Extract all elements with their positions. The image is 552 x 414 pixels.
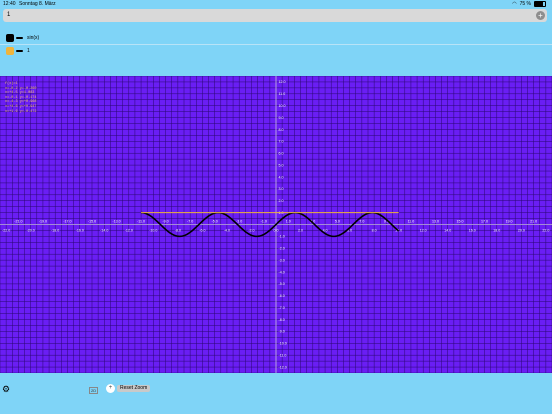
x-tick-label: 8.0 [372, 229, 377, 233]
line-style-icon [16, 37, 23, 39]
x-tick-label: -21.0 [14, 220, 22, 224]
x-tick-label: -12.0 [125, 229, 133, 233]
y-tick-label: -5.0 [279, 282, 285, 286]
x-tick-label: 19.0 [506, 220, 513, 224]
x-tick-label: 12.0 [420, 229, 427, 233]
y-tick-label: 4.0 [279, 175, 284, 179]
x-tick-label: -11.0 [137, 220, 145, 224]
function-input[interactable]: 1 + [3, 9, 547, 22]
function-label: 1 [27, 48, 30, 54]
y-tick-label: 9.0 [279, 116, 284, 120]
x-tick-label: -8.0 [175, 229, 181, 233]
x-tick-label: 20.0 [518, 229, 525, 233]
y-tick-label: 5.0 [279, 163, 284, 167]
y-tick-label: -9.0 [279, 330, 285, 334]
y-tick-label: 12.0 [279, 80, 286, 84]
x-tick-label: -18.0 [51, 229, 59, 233]
x-tick-label: -3.0 [236, 220, 242, 224]
color-swatch[interactable] [6, 34, 14, 42]
x-tick-label: 0.0 [274, 229, 279, 233]
x-tick-label: 15.0 [457, 220, 464, 224]
function-row-sin[interactable]: sin(x) [0, 32, 552, 45]
y-tick-label: -3.0 [279, 258, 285, 262]
function-input-value[interactable]: 1 [7, 9, 10, 22]
bottom-toolbar: ⚙ 2D + Reset Zoom [0, 373, 552, 414]
x-tick-label: -5.0 [212, 220, 218, 224]
y-tick-label: 7.0 [279, 140, 284, 144]
color-swatch[interactable] [6, 47, 14, 55]
x-tick-label: 7.0 [359, 220, 364, 224]
x-tick-label: -16.0 [76, 229, 84, 233]
status-date: Sonntag 8. März [19, 1, 56, 7]
coordinate-readout: f(x)=1 x=-0.2 y=-0.260 x=+4.5 y=1.083 x=… [5, 82, 37, 114]
x-tick-label: 1.0 [286, 220, 291, 224]
line-style-icon [16, 50, 23, 52]
y-tick-label: -7.0 [279, 306, 285, 310]
x-tick-label: 16.0 [469, 229, 476, 233]
x-tick-label: -6.0 [199, 229, 205, 233]
y-tick-label: 8.0 [279, 128, 284, 132]
x-tick-label: -4.0 [224, 229, 230, 233]
x-tick-label: 14.0 [444, 229, 451, 233]
y-tick-label: -1.0 [279, 235, 285, 239]
y-tick-label: 10.0 [279, 104, 286, 108]
x-tick-label: -2.0 [248, 229, 254, 233]
x-tick-label: -7.0 [187, 220, 193, 224]
x-tick-label: 18.0 [493, 229, 500, 233]
x-tick-label: -17.0 [63, 220, 71, 224]
status-bar: 12:40 Sonntag 8. März ◠ 75 % [0, 0, 552, 8]
graph-svg[interactable]: -22.0 -21.0 -20.0 -19.0 -18.0 -17.0 -16.0 -15.0… [0, 76, 552, 373]
y-tick-label: 6.0 [279, 152, 284, 156]
reset-zoom-button[interactable]: Reset Zoom [117, 385, 151, 392]
status-right: ◠ 75 % [512, 0, 546, 8]
x-tick-label: -15.0 [88, 220, 96, 224]
x-tick-label: -13.0 [112, 220, 120, 224]
graph-canvas[interactable]: -22.0 -21.0 -20.0 -19.0 -18.0 -17.0 -16.0 -15.0… [0, 76, 552, 373]
x-tick-label: 13.0 [432, 220, 439, 224]
status-time: 12:40 [3, 1, 16, 7]
x-tick-label: 5.0 [335, 220, 340, 224]
battery-level [535, 2, 543, 6]
y-tick-label: 2.0 [279, 199, 284, 203]
x-tick-label: 22.0 [542, 229, 549, 233]
readout-line: x=+1.6 y=-0.472 [5, 109, 37, 114]
x-tick-label: 21.0 [530, 220, 537, 224]
battery-icon [534, 1, 546, 7]
x-tick-label: 17.0 [481, 220, 488, 224]
y-tick-label: -10.0 [279, 342, 287, 346]
readout-line: x=+4.6 y=+0.947 [5, 104, 37, 109]
x-tick-label: -10.0 [149, 229, 157, 233]
function-label: sin(x) [27, 35, 40, 41]
x-tick-label: -9.0 [162, 220, 168, 224]
y-tick-label: 11.0 [279, 92, 286, 96]
add-function-button[interactable]: + [536, 11, 545, 20]
battery-percent: 75 % [519, 1, 531, 7]
plus-icon[interactable]: + [106, 384, 115, 393]
y-tick-label: -12.0 [279, 365, 287, 369]
y-tick-label: -11.0 [279, 353, 287, 357]
function-list: sin(x) 1 [0, 32, 552, 57]
x-tick-label: 2.0 [298, 229, 303, 233]
y-tick-label: 3.0 [279, 187, 284, 191]
x-tick-label: -1.0 [261, 220, 267, 224]
y-tick-label: -6.0 [279, 294, 285, 298]
x-tick-label: -19.0 [39, 220, 47, 224]
x-tick-label: -20.0 [27, 229, 35, 233]
y-tick-label: -2.0 [279, 247, 285, 251]
y-tick-label: -4.0 [279, 270, 285, 274]
gear-icon[interactable]: ⚙ [2, 384, 10, 394]
wifi-icon: ◠ [512, 1, 517, 7]
x-tick-label: 11.0 [408, 220, 415, 224]
x-tick-label: -14.0 [100, 229, 108, 233]
x-tick-label: -22.0 [2, 229, 10, 233]
y-tick-label: -8.0 [279, 318, 285, 322]
mode-2d-button[interactable]: 2D [89, 387, 99, 394]
function-row-const[interactable]: 1 [0, 45, 552, 57]
